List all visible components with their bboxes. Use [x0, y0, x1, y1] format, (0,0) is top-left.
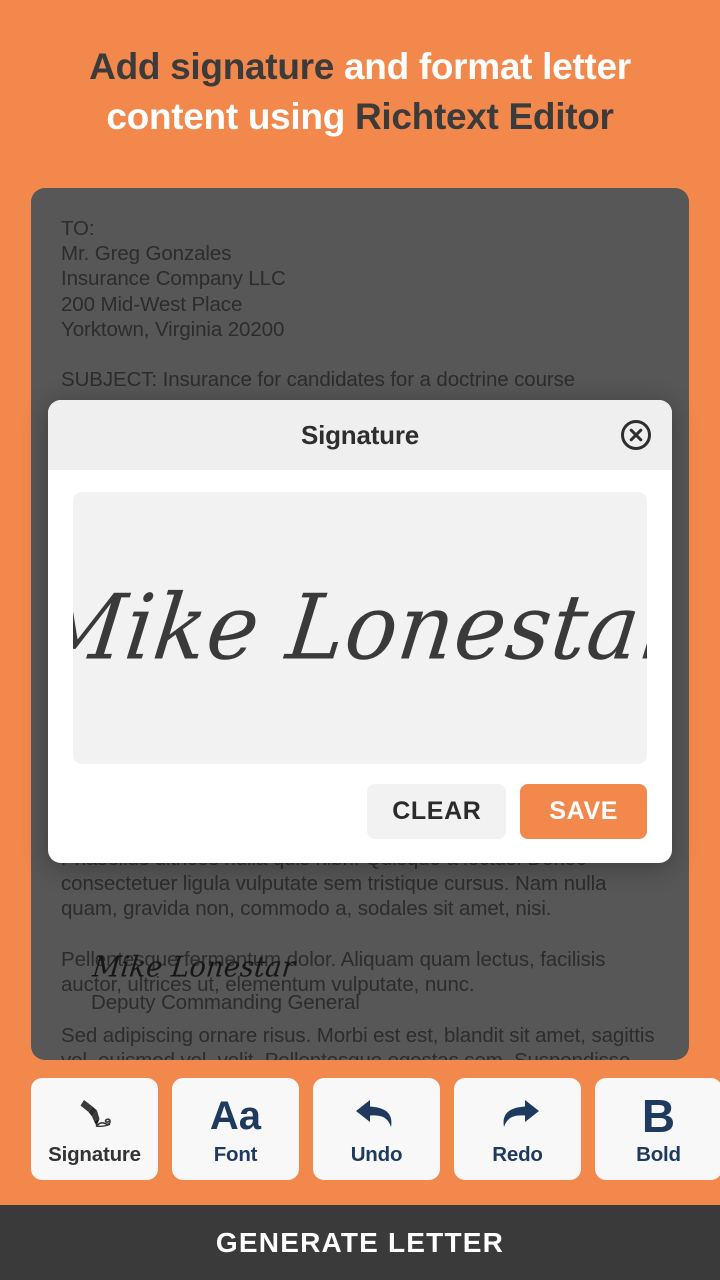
signature-dialog-body: Mike Lonestar CLEAR SAVE [48, 470, 672, 863]
clear-button[interactable]: CLEAR [367, 784, 507, 839]
page-title-emphasis-1: Add signature [89, 46, 344, 87]
signature-dialog-title: Signature [300, 419, 420, 450]
close-circle-icon[interactable] [619, 418, 653, 452]
page-title-line-1: Add signature and format letter [34, 42, 686, 92]
page-title-emphasis-2: Richtext Editor [354, 95, 614, 137]
signature-dialog: Signature Mike Lonestar CLEAR SAVE [48, 400, 672, 863]
formatting-toolbar[interactable]: Signature Aa Font Undo Redo B Bold [0, 1078, 720, 1180]
signature-dialog-actions: CLEAR SAVE [73, 764, 647, 845]
bold-icon: B [642, 1091, 675, 1141]
signature-canvas[interactable]: Mike Lonestar [73, 492, 647, 764]
toolbar-item-bold-label: Bold [636, 1143, 681, 1166]
generate-letter-button[interactable]: GENERATE LETTER [0, 1205, 720, 1280]
toolbar-item-signature[interactable]: Signature [31, 1078, 158, 1180]
toolbar-item-font[interactable]: Aa Font [172, 1078, 299, 1180]
toolbar-item-undo-label: Undo [350, 1143, 403, 1166]
font-size-glyph: Aa [209, 1094, 262, 1138]
toolbar-item-bold[interactable]: B Bold [595, 1078, 720, 1180]
toolbar-item-redo-label: Redo [492, 1143, 543, 1166]
font-size-icon: Aa [210, 1091, 261, 1141]
generate-letter-label: GENERATE LETTER [215, 1226, 505, 1258]
signature-canvas-value: Mike Lonestar [73, 575, 647, 681]
page-title-text-2: content using [106, 95, 355, 137]
letter-signature-script: Mike Lonestar [91, 951, 297, 985]
signature-dialog-header: Signature [48, 400, 672, 470]
page-title-text-1: and format letter [343, 46, 631, 87]
save-button[interactable]: SAVE [520, 784, 647, 839]
pen-nib-icon [72, 1091, 118, 1141]
letter-signature-block: Mike Lonestar Deputy Commanding General [91, 951, 360, 1016]
letter-signature-title: Deputy Commanding General [91, 991, 360, 1015]
page-title-line-2: content using Richtext Editor [34, 92, 686, 142]
toolbar-item-undo[interactable]: Undo [313, 1078, 440, 1180]
toolbar-item-font-label: Font [213, 1143, 258, 1166]
toolbar-item-signature-label: Signature [48, 1143, 141, 1166]
toolbar-item-redo[interactable]: Redo [454, 1078, 581, 1180]
page-title: Add signature and format letter content … [0, 0, 720, 142]
bold-glyph: B [641, 1090, 676, 1142]
undo-arrow-icon [353, 1091, 401, 1141]
redo-arrow-icon [494, 1091, 542, 1141]
